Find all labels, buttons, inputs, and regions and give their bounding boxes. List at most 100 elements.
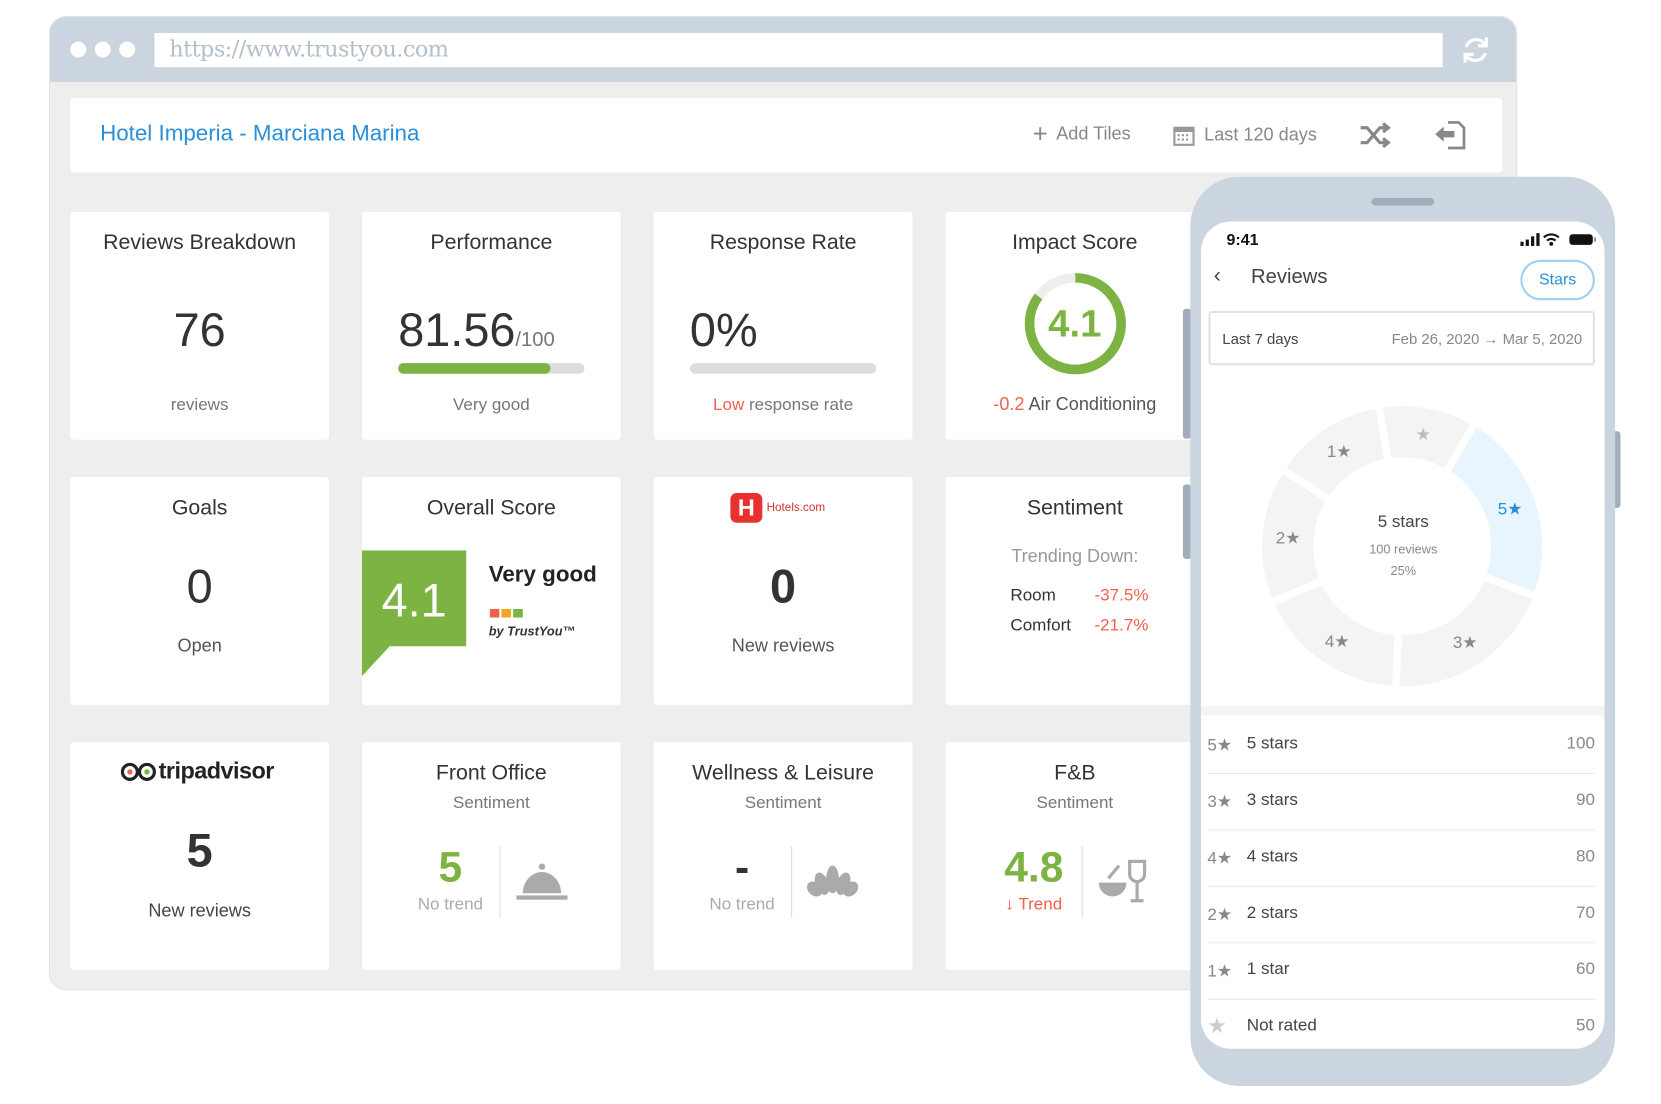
battery-icon — [1569, 234, 1593, 245]
tile-title: Impact Score — [1012, 231, 1138, 255]
tile-wellness-leisure[interactable]: Wellness & Leisure Sentiment - No trend — [653, 742, 913, 970]
trustyou-logo-icon — [489, 609, 523, 618]
screen-title: Reviews — [1251, 266, 1328, 289]
tile-caption: New reviews — [731, 635, 835, 656]
sentiment-score: 5 — [438, 844, 463, 892]
rating-list-item[interactable]: 3★ 3 stars 90 — [1207, 774, 1595, 831]
impact-score-value: 4.1 — [1048, 301, 1102, 345]
add-tiles-label: Add Tiles — [1056, 123, 1131, 144]
tile-goals[interactable]: Goals 0 Open — [70, 476, 329, 705]
shuffle-icon[interactable] — [1359, 121, 1391, 149]
sentiment-score: - — [734, 844, 750, 892]
tile-reviews-breakdown[interactable]: Reviews Breakdown 76 reviews — [70, 211, 329, 440]
donut-segment-label: ★ — [1416, 425, 1431, 444]
refresh-icon[interactable] — [1460, 34, 1492, 66]
star-icon: 5★ — [1207, 736, 1233, 755]
tile-caption: response rate — [748, 396, 854, 415]
window-dot[interactable] — [94, 41, 111, 58]
logout-icon[interactable] — [1433, 119, 1467, 151]
trustyou-brand: by TrustYou™ — [488, 623, 576, 639]
performance-score: 81.56 — [398, 304, 516, 357]
tile-title: Performance — [430, 231, 553, 255]
sentiment-subtitle: Trending Down: — [1011, 546, 1139, 567]
star-icon: 4★ — [1207, 849, 1233, 868]
tile-title: Overall Score — [426, 496, 556, 520]
rating-count: 90 — [1575, 791, 1595, 810]
response-rate-value: 0% — [689, 304, 758, 357]
low-flag: Low — [712, 396, 745, 415]
url-bar[interactable]: https://www.trustyou.com — [154, 33, 1443, 68]
divider — [499, 846, 501, 918]
tile-front-office[interactable]: Front Office Sentiment 5 No trend — [361, 742, 621, 970]
star-icon: ★ — [1207, 1014, 1227, 1039]
wifi-icon — [1543, 233, 1560, 242]
impact-category: Air Conditioning — [1028, 393, 1157, 415]
trend-label: No trend — [709, 895, 775, 914]
tile-caption: Open — [177, 635, 222, 656]
lotus-icon — [807, 865, 859, 897]
sentiment-label: Room — [1010, 586, 1056, 605]
hotels-com-wordmark: Hotels.com — [766, 501, 826, 515]
stars-filter-button[interactable]: Stars — [1520, 259, 1595, 301]
browser-toolbar: https://www.trustyou.com — [50, 17, 1517, 82]
rating-count: 100 — [1566, 734, 1595, 753]
tile-performance[interactable]: Performance 81.56/100 Very good — [361, 211, 621, 440]
sentiment-value: -21.7% — [1094, 616, 1149, 635]
performance-max: /100 — [515, 328, 555, 352]
tile-sentiment[interactable]: Sentiment Trending Down: Room -37.5% Com… — [945, 476, 1205, 705]
overall-score-value: 4.1 — [381, 574, 447, 628]
sentiment-label: Comfort — [1010, 616, 1071, 635]
donut-segment-label: 2★ — [1276, 528, 1301, 547]
trend-label: Trend — [1018, 895, 1063, 914]
phone-frame: 9:41 ‹ Reviews Stars Last 7 days Feb 26,… — [1190, 176, 1616, 1086]
rating-count: 50 — [1575, 1016, 1595, 1035]
phone-screen: 9:41 ‹ Reviews Stars Last 7 days Feb 26,… — [1200, 221, 1605, 1049]
rating-list-item[interactable]: 5★ 5 stars 100 — [1207, 718, 1595, 775]
window-dot[interactable] — [70, 41, 87, 58]
tile-subtitle: Sentiment — [1036, 794, 1114, 813]
tile-tripadvisor[interactable]: tripadvisor 5 New reviews — [70, 742, 329, 970]
tile-caption: Very good — [452, 396, 530, 415]
tile-hotels-com[interactable]: H Hotels.com 0 New reviews — [653, 476, 913, 705]
hotels-com-logo: H Hotels.com — [730, 492, 826, 523]
section-divider — [1200, 705, 1605, 716]
hotels-com-count: 0 — [770, 561, 797, 614]
food-drink-icon — [1098, 859, 1147, 903]
tile-fnb[interactable]: F&B Sentiment 4.8 ↓ Trend — [945, 742, 1205, 970]
donut-center-reviews: 100 reviews — [1369, 541, 1438, 557]
date-range-button[interactable]: Last 120 days — [1172, 124, 1317, 147]
rating-label: 3 stars — [1246, 791, 1298, 810]
tile-impact-score[interactable]: Impact Score 4.1 -0.2 Air Conditioning — [945, 211, 1205, 440]
rating-label: Not rated — [1246, 1016, 1317, 1035]
tripadvisor-wordmark: tripadvisor — [158, 757, 275, 784]
tile-title: F&B — [1054, 761, 1096, 785]
rating-list-item[interactable]: ★ Not rated 50 — [1207, 1000, 1595, 1049]
tile-title: Sentiment — [1026, 496, 1123, 520]
add-tiles-button[interactable]: + Add Tiles — [1032, 119, 1131, 149]
star-icon: 3★ — [1207, 793, 1233, 812]
back-icon[interactable]: ‹ — [1214, 264, 1221, 288]
date-range-label: Last 120 days — [1204, 124, 1317, 145]
star-icon: 1★ — [1207, 962, 1233, 981]
trend-label: No trend — [417, 895, 484, 914]
arrow-down-icon: ↓ — [1005, 895, 1014, 914]
donut-segment-label: 4★ — [1325, 632, 1350, 651]
tile-overall-score[interactable]: Overall Score 4.1 Very good by TrustYou™ — [361, 476, 621, 705]
window-dot[interactable] — [119, 41, 136, 58]
date-range-selector[interactable]: Last 7 days Feb 26, 2020 → Mar 5, 2020 — [1208, 310, 1595, 366]
rating-list-item[interactable]: 1★ 1 star 60 — [1207, 943, 1595, 1000]
overall-rating: Very good — [488, 562, 597, 587]
tile-title: Goals — [171, 496, 228, 520]
tile-subtitle: Sentiment — [744, 794, 822, 813]
tile-title: Response Rate — [709, 231, 857, 255]
rating-list-item[interactable]: 4★ 4 stars 80 — [1207, 830, 1595, 887]
tile-response-rate[interactable]: Response Rate 0% Low response rate — [653, 211, 913, 440]
tripadvisor-logo: tripadvisor — [120, 757, 274, 785]
plus-icon: + — [1032, 119, 1048, 149]
rating-list-item[interactable]: 2★ 2 stars 70 — [1207, 887, 1595, 944]
divider — [1081, 846, 1083, 918]
impact-delta: -0.2 — [993, 393, 1025, 415]
tile-title: Wellness & Leisure — [692, 761, 875, 785]
rating-label: 1 star — [1246, 960, 1290, 979]
hotel-name[interactable]: Hotel Imperia - Marciana Marina — [100, 121, 419, 147]
